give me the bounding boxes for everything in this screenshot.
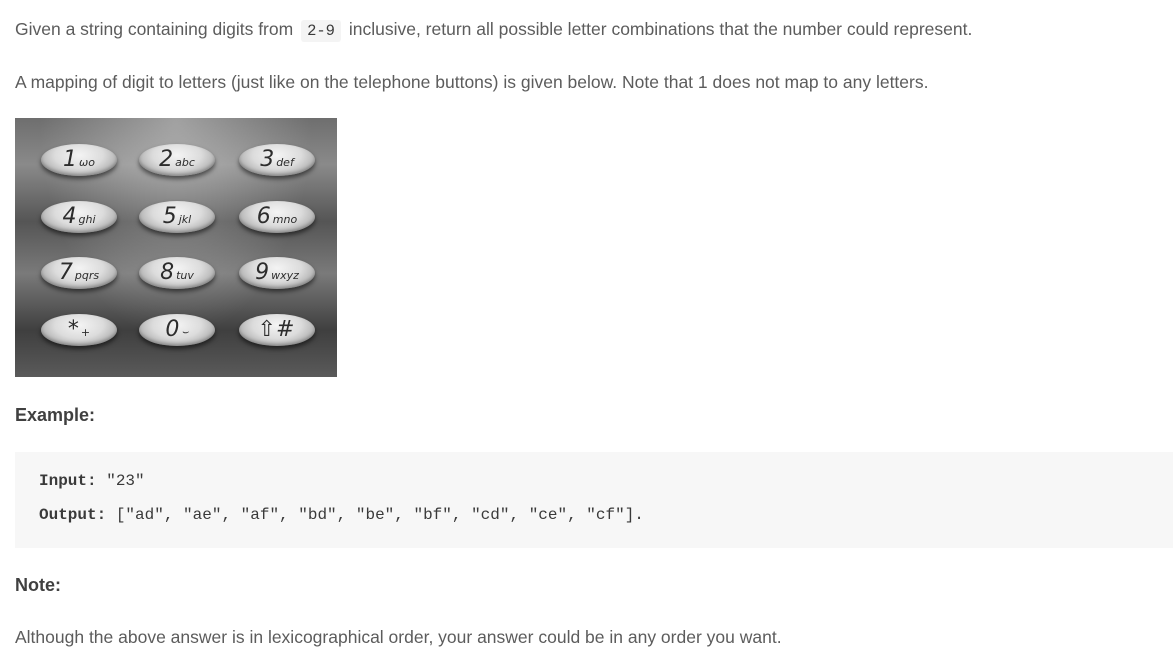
key-0: 0 ⌣ (139, 314, 215, 346)
key-8-letters: tuv (176, 268, 194, 282)
telephone-keypad-image: 1 ωο 2 abc 3 def 4 ghi 5 jkl 6 mno 7 pqrs 8 tuv … (15, 118, 337, 377)
key-6: 6 mno (239, 201, 315, 233)
key-7-digit: 7 (58, 260, 73, 285)
key-hash: ⇧# (239, 314, 315, 346)
key-2-letters: abc (175, 155, 195, 169)
intro-paragraph: Given a string containing digits from 2-… (15, 17, 972, 43)
key-3: 3 def (239, 144, 315, 176)
input-label: Input: (39, 472, 97, 490)
key-star-digit: * (67, 317, 79, 342)
key-4-letters: ghi (78, 212, 96, 226)
intro-text-after: inclusive, return all possible letter co… (343, 19, 973, 39)
intro-text-before: Given a string containing digits from (15, 19, 299, 39)
key-star-letters: + (80, 325, 91, 339)
example-output-line: Output: ["ad", "ae", "af", "bd", "be", "… (39, 506, 644, 524)
key-8: 8 tuv (139, 257, 215, 289)
example-code-block: Input: "23" Output: ["ad", "ae", "af", "… (15, 452, 1173, 548)
key-star: * + (41, 314, 117, 346)
key-6-digit: 6 (256, 204, 271, 229)
key-5-letters: jkl (178, 212, 192, 226)
key-2-digit: 2 (159, 147, 174, 172)
key-1-digit: 1 (63, 147, 78, 172)
key-3-letters: def (276, 155, 294, 169)
key-7: 7 pqrs (41, 257, 117, 289)
key-5: 5 jkl (139, 201, 215, 233)
mapping-paragraph: A mapping of digit to letters (just like… (15, 72, 929, 92)
key-9-letters: wxyz (271, 268, 299, 282)
key-2: 2 abc (139, 144, 215, 176)
key-9-digit: 9 (255, 260, 270, 285)
note-paragraph: Although the above answer is in lexicogr… (15, 627, 782, 647)
key-0-digit: 0 (165, 317, 180, 342)
key-8-digit: 8 (160, 260, 175, 285)
inline-code-digits: 2-9 (301, 20, 341, 42)
key-7-letters: pqrs (74, 268, 100, 282)
key-6-letters: mno (272, 212, 298, 226)
key-9: 9 wxyz (239, 257, 315, 289)
key-0-letters: ⌣ (181, 325, 189, 338)
input-value: "23" (96, 472, 145, 490)
key-3-digit: 3 (260, 147, 275, 172)
key-1-letters: ωο (79, 155, 95, 169)
key-5-digit: 5 (162, 204, 177, 229)
output-label: Output: (39, 506, 107, 524)
key-4-digit: 4 (62, 204, 77, 229)
note-heading: Note: (15, 575, 61, 595)
output-value: ["ad", "ae", "af", "bd", "be", "bf", "cd… (106, 506, 644, 524)
key-1: 1 ωο (41, 144, 117, 176)
example-heading: Example: (15, 405, 96, 425)
example-input-line: Input: "23" (39, 472, 145, 490)
key-hash-digit: ⇧# (257, 317, 295, 342)
key-4: 4 ghi (41, 201, 117, 233)
